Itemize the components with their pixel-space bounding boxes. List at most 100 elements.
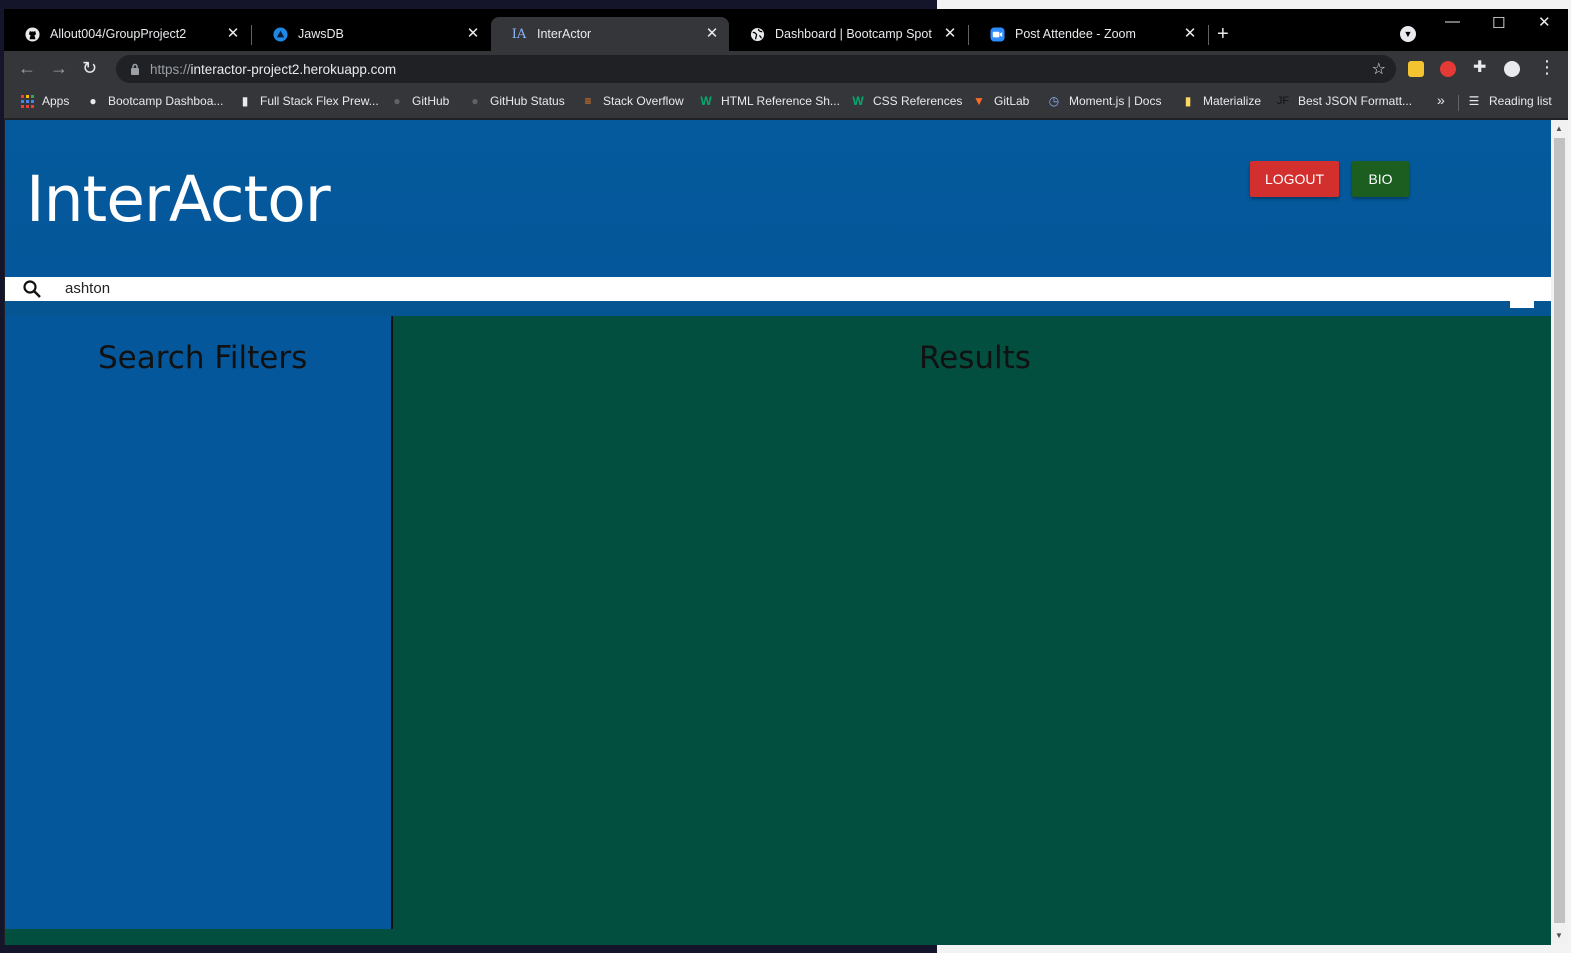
bookmark-label: Full Stack Flex Prew... xyxy=(260,94,379,108)
tab-bootcamp-dashboard[interactable]: Dashboard | Bootcamp Spot ✕ xyxy=(729,17,967,51)
folder-icon: ▮ xyxy=(1184,94,1192,108)
bookmark-html-reference[interactable]: W HTML Reference Sh... xyxy=(699,94,840,108)
results-title: Results xyxy=(919,340,1031,376)
globe-icon: ● xyxy=(89,94,97,108)
book-icon: ▮ xyxy=(241,94,249,108)
puzzle-extensions-icon[interactable]: ✚ xyxy=(1473,57,1486,77)
close-icon[interactable]: ✕ xyxy=(464,25,482,43)
tab-strip: Allout004/GroupProject2 ✕ JawsDB ✕ IA In… xyxy=(4,9,1568,51)
more-bookmarks-chevron-icon[interactable]: » xyxy=(1437,92,1445,108)
clock-icon: ◷ xyxy=(1048,94,1060,108)
menu-kebab-icon[interactable]: ⋮ xyxy=(1538,57,1556,78)
interactor-icon: IA xyxy=(511,26,527,42)
close-icon[interactable]: ✕ xyxy=(703,25,721,43)
page-viewport: InterActor LOGOUT BIO ashton Search Filt… xyxy=(5,120,1551,945)
search-icon[interactable] xyxy=(22,279,42,299)
reading-list-label: Reading list xyxy=(1489,94,1552,108)
tab-title: JawsDB xyxy=(298,27,344,41)
tab-interactor[interactable]: IA InterActor ✕ xyxy=(491,17,729,51)
w-icon: W xyxy=(700,94,712,108)
back-arrow-icon[interactable]: ← xyxy=(18,58,36,79)
logout-button[interactable]: LOGOUT xyxy=(1250,161,1339,197)
tab-jawsdb[interactable]: JawsDB ✕ xyxy=(252,17,490,51)
apps-grid-icon xyxy=(20,94,34,108)
bookmark-momentjs[interactable]: ◷ Moment.js | Docs xyxy=(1047,94,1162,108)
gitlab-icon: ▼ xyxy=(973,94,985,108)
scrollbar-thumb[interactable] xyxy=(1554,138,1565,923)
stackoverflow-icon: ≡ xyxy=(584,94,592,108)
bookmark-github-status[interactable]: ● GitHub Status xyxy=(468,94,565,108)
search-filters-panel: Search Filters xyxy=(5,316,391,929)
site-header: InterActor LOGOUT BIO xyxy=(5,120,1551,277)
bookmark-label: Best JSON Formatt... xyxy=(1298,94,1413,108)
search-bar[interactable]: ashton xyxy=(5,277,1551,301)
bookmark-label: HTML Reference Sh... xyxy=(721,94,840,108)
bookmark-materialize[interactable]: ▮ Materialize xyxy=(1181,94,1261,108)
bookmark-star-icon[interactable]: ☆ xyxy=(1372,59,1386,79)
forward-arrow-icon[interactable]: → xyxy=(50,58,68,79)
tab-search-icon[interactable]: ▼ xyxy=(1400,26,1416,42)
url-text: https://interactor-project2.herokuapp.co… xyxy=(150,61,397,77)
reading-list-icon: ☰ xyxy=(1468,94,1480,108)
close-icon[interactable]: ✕ xyxy=(224,25,242,43)
bookmark-label: GitHub xyxy=(412,94,450,108)
search-input[interactable]: ashton xyxy=(65,280,110,297)
lock-icon xyxy=(130,63,140,75)
zoom-icon xyxy=(989,26,1005,42)
bookmark-label: Materialize xyxy=(1203,94,1262,108)
search-filters-title: Search Filters xyxy=(98,340,308,376)
w-icon: W xyxy=(852,94,864,108)
browser-toolbar: ← → ↻ https://interactor-project2.heroku… xyxy=(4,51,1568,87)
tab-title: InterActor xyxy=(537,27,592,41)
bookmark-github[interactable]: ● GitHub xyxy=(390,94,449,108)
tab-github[interactable]: Allout004/GroupProject2 ✕ xyxy=(4,17,250,51)
search-bar-underline xyxy=(5,301,1551,316)
bookmark-separator xyxy=(1458,95,1459,111)
bookmark-css-references[interactable]: W CSS References xyxy=(851,94,962,108)
address-bar[interactable]: https://interactor-project2.herokuapp.co… xyxy=(116,55,1396,83)
minimize-icon[interactable]: — xyxy=(1445,13,1460,30)
reading-list[interactable]: ☰ Reading list xyxy=(1467,94,1552,108)
scroll-up-arrow-icon[interactable]: ▲ xyxy=(1555,124,1563,133)
jf-icon: JF xyxy=(1276,95,1290,107)
extension-record-icon[interactable] xyxy=(1440,61,1456,77)
search-clear-area[interactable] xyxy=(1510,301,1534,308)
bookmark-full-stack[interactable]: ▮ Full Stack Flex Prew... xyxy=(238,94,379,108)
globe-icon xyxy=(749,26,765,42)
bookmark-label: GitHub Status xyxy=(490,94,565,108)
browser-window: Allout004/GroupProject2 ✕ JawsDB ✕ IA In… xyxy=(4,9,1568,945)
tab-separator xyxy=(1208,25,1209,45)
tab-zoom[interactable]: Post Attendee - Zoom ✕ xyxy=(969,17,1207,51)
bookmark-label: Bootcamp Dashboa... xyxy=(108,94,224,108)
site-brand[interactable]: InterActor xyxy=(26,163,331,236)
profile-avatar-icon[interactable] xyxy=(1504,61,1520,77)
scroll-down-arrow-icon[interactable]: ▼ xyxy=(1555,931,1563,940)
bookmark-label: Stack Overflow xyxy=(603,94,684,108)
github-icon xyxy=(24,26,40,42)
bookmarks-bar: Apps ● Bootcamp Dashboa... ▮ Full Stack … xyxy=(4,87,1568,119)
window-close-icon[interactable]: ✕ xyxy=(1538,13,1551,31)
extension-icon[interactable] xyxy=(1408,61,1424,77)
close-icon[interactable]: ✕ xyxy=(1181,25,1199,43)
bookmark-label: Apps xyxy=(42,94,70,108)
github-icon: ● xyxy=(471,94,479,108)
tab-title: Post Attendee - Zoom xyxy=(1015,27,1136,41)
bookmark-label: Moment.js | Docs xyxy=(1069,94,1162,108)
bookmark-gitlab[interactable]: ▼ GitLab xyxy=(972,94,1029,108)
results-panel: Results xyxy=(393,316,1551,929)
github-icon: ● xyxy=(393,94,401,108)
tab-title: Allout004/GroupProject2 xyxy=(50,27,187,41)
new-tab-button[interactable]: + xyxy=(1217,23,1229,46)
bookmark-label: GitLab xyxy=(994,94,1030,108)
maximize-icon[interactable]: ☐ xyxy=(1492,14,1505,32)
bookmark-bootcamp-dashboard[interactable]: ● Bootcamp Dashboa... xyxy=(86,94,223,108)
jawsdb-icon xyxy=(272,26,288,42)
bookmark-json-formatter[interactable]: JF Best JSON Formatt... xyxy=(1276,94,1412,108)
bookmark-label: CSS References xyxy=(873,94,963,108)
close-icon[interactable]: ✕ xyxy=(941,25,959,43)
bookmark-stack-overflow[interactable]: ≡ Stack Overflow xyxy=(581,94,684,108)
bookmark-apps[interactable]: Apps xyxy=(20,94,69,108)
bio-button[interactable]: BIO xyxy=(1352,161,1409,197)
reload-icon[interactable]: ↻ xyxy=(82,58,97,79)
page-scrollbar[interactable]: ▲ ▼ xyxy=(1551,120,1568,945)
